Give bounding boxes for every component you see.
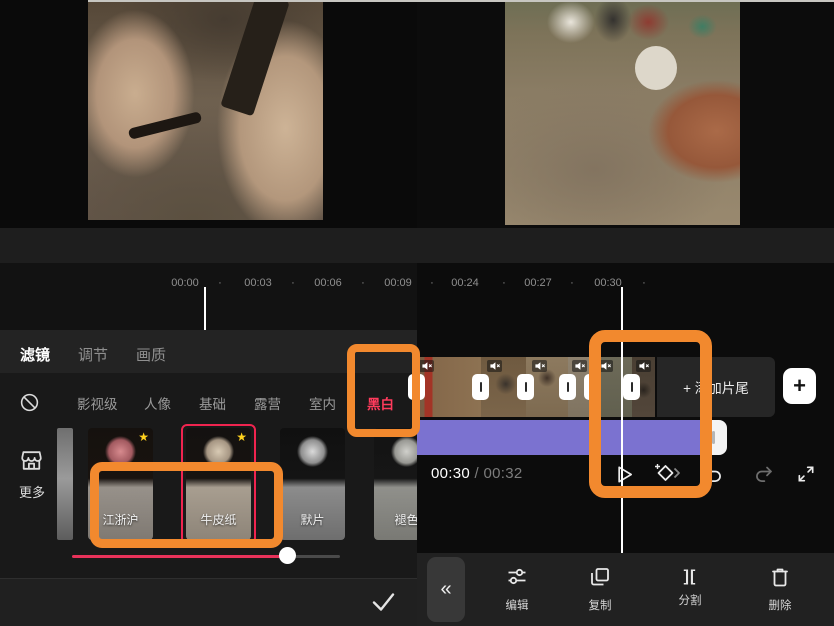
filter-intensity-slider-fill[interactable] [72, 555, 288, 558]
player-controls-right: 00:30 / 00:32 [417, 228, 834, 263]
ruler-tick: 00:06 [314, 277, 342, 289]
filter-panel-footer [0, 578, 417, 626]
tool-label: 复制 [568, 597, 632, 613]
split-icon: ][ [684, 565, 697, 589]
fullscreen-button[interactable] [794, 462, 818, 486]
category-portrait[interactable]: 人像 [144, 393, 171, 413]
plus-icon: + [793, 373, 806, 399]
player-controls-left: 00:00 / 00:32 [0, 228, 417, 263]
ruler-dot: · [430, 277, 434, 289]
filter-intensity-slider-thumb[interactable] [279, 547, 296, 564]
filter-name: 默片 [280, 511, 345, 528]
ruler-dot: · [218, 277, 222, 289]
video-preview-left[interactable] [88, 2, 323, 220]
annotation-box-filters [90, 462, 283, 548]
ruler-dot: · [642, 277, 646, 289]
category-indoor[interactable]: 室内 [309, 393, 336, 413]
mute-icon [487, 360, 502, 372]
annotation-box-blackwhite [347, 344, 420, 437]
mute-icon [419, 360, 434, 372]
transition-button[interactable] [517, 374, 534, 400]
ruler-tick: 00:24 [451, 277, 479, 289]
tool-delete[interactable]: 删除 [748, 565, 812, 613]
ruler-dot: · [570, 277, 574, 289]
tool-copy[interactable]: 复制 [568, 565, 632, 613]
timeline-ruler-left[interactable]: 00:00 · 00:03 · 00:06 · 00:09 [0, 263, 417, 330]
category-camping[interactable]: 露营 [254, 393, 281, 413]
add-clip-button[interactable]: + [783, 368, 816, 404]
tool-label: 删除 [748, 597, 812, 613]
white-sack-shape [635, 46, 677, 90]
transition-button[interactable] [472, 374, 489, 400]
tab-quality[interactable]: 画质 [136, 344, 166, 365]
video-preview-right[interactable] [505, 2, 740, 225]
screenshot-stage: 00:00 / 00:32 00:00 · 00:03 · 00:06 · 00… [0, 0, 834, 626]
tool-split[interactable]: ][ 分割 [658, 565, 722, 608]
filter-thumb-partial[interactable] [57, 428, 73, 540]
tab-adjust[interactable]: 调节 [78, 344, 108, 365]
tab-filter[interactable]: 滤镜 [20, 344, 50, 365]
mute-icon [572, 360, 587, 372]
ruler-tick: 00:27 [524, 277, 552, 289]
collapse-toolbar-button[interactable]: « [427, 557, 465, 622]
time-current: 00:30 [431, 465, 470, 482]
time-total: 00:32 [483, 465, 522, 482]
favorite-star-icon: ★ [138, 430, 149, 444]
timeline-ruler-right[interactable]: · 00:24 · 00:27 · 00:30 · [417, 263, 834, 303]
ruler-dot: · [502, 277, 506, 289]
time-separator: / [470, 465, 483, 482]
redo-button[interactable] [751, 462, 775, 486]
store-icon[interactable] [18, 448, 46, 474]
ruler-tick: 00:00 [171, 277, 199, 289]
tool-label: 编辑 [485, 597, 549, 613]
pen-shape [128, 111, 202, 140]
ruler-dot: · [291, 277, 295, 289]
filter-thumb-mopian[interactable]: 默片 [280, 428, 345, 540]
collapse-icon: « [440, 578, 451, 601]
ruler-dot: · [361, 277, 365, 289]
confirm-check-button[interactable] [369, 589, 397, 615]
no-filter-button[interactable] [17, 390, 41, 414]
ruler-tick: 00:03 [244, 277, 272, 289]
ruler-tick: 00:09 [384, 277, 412, 289]
blade-shape [220, 2, 289, 116]
category-basic[interactable]: 基础 [199, 393, 226, 413]
right-editor-screen: 00:30 / 00:32 · 00:24 · 00:27 · 00:30 [417, 0, 834, 626]
ruler-tick: 00:30 [594, 277, 622, 289]
more-filters-label[interactable]: 更多 [19, 482, 45, 501]
clip-toolbar: « 编辑 复制 ][ 分割 删除 [417, 553, 834, 626]
transition-button[interactable] [559, 374, 576, 400]
mute-icon [532, 360, 547, 372]
tool-edit[interactable]: 编辑 [485, 565, 549, 613]
annotation-box-playhead [589, 330, 712, 498]
category-cinematic[interactable]: 影视级 [77, 393, 118, 413]
tool-label: 分割 [658, 592, 722, 608]
top-hairline [88, 0, 834, 2]
timecode-right: 00:30 / 00:32 [431, 465, 523, 482]
playhead-left [204, 287, 206, 330]
